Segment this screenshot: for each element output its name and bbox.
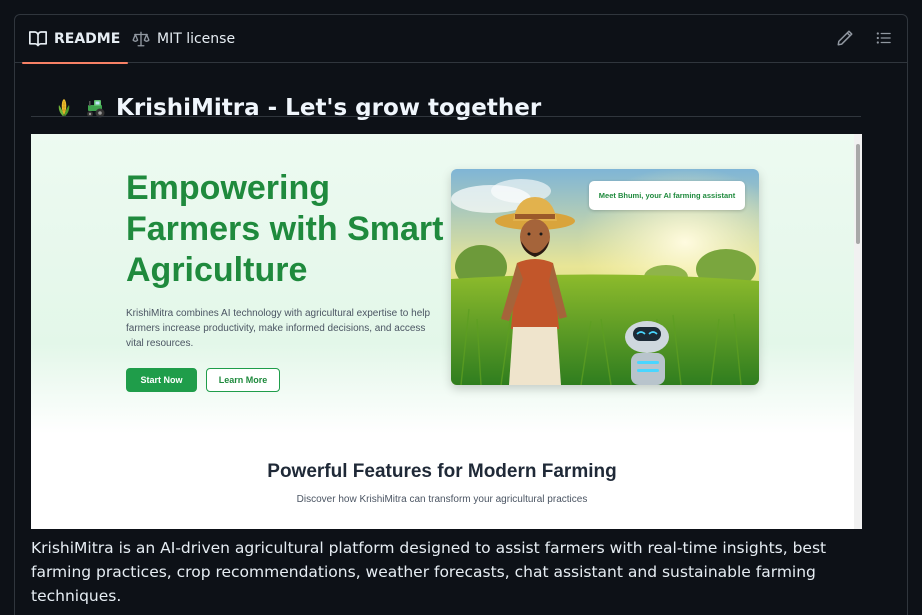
readme-tab-bar: README MIT license	[15, 15, 907, 64]
hero-description: KrishiMitra combines AI technology with …	[126, 308, 431, 349]
screenshot-scrollbar[interactable]	[854, 134, 862, 529]
title-divider	[31, 116, 861, 117]
features-heading: Powerful Features for Modern Farming	[267, 461, 617, 482]
scale-icon	[132, 30, 150, 48]
tab-license-label: MIT license	[157, 31, 236, 47]
learn-more-button[interactable]: Learn More	[206, 368, 280, 392]
app-screenshot-image: Empowering Farmers with Smart Agricultur…	[31, 134, 862, 529]
start-now-button[interactable]: Start Now	[126, 368, 197, 392]
tab-readme[interactable]: README	[21, 15, 129, 64]
hero-section: Empowering Farmers with Smart Agricultur…	[31, 134, 862, 434]
pencil-icon[interactable]	[836, 29, 854, 47]
readme-title: KrishiMitra - Let's grow together	[52, 95, 541, 121]
assistant-speech-bubble: Meet Bhumi, your AI farming assistant	[589, 181, 745, 210]
book-icon	[29, 30, 47, 48]
list-icon[interactable]	[875, 29, 893, 47]
scrollbar-thumb[interactable]	[856, 144, 860, 244]
readme-title-text: KrishiMitra - Let's grow together	[116, 95, 542, 121]
features-subheading: Discover how KrishiMitra can transform y…	[296, 494, 588, 505]
tab-license[interactable]: MIT license	[132, 15, 235, 63]
readme-description: KrishiMitra is an AI-driven agricultural…	[31, 539, 827, 605]
tab-readme-label: README	[54, 31, 121, 47]
hero-heading: Empowering Farmers with Smart Agricultur…	[126, 169, 444, 289]
